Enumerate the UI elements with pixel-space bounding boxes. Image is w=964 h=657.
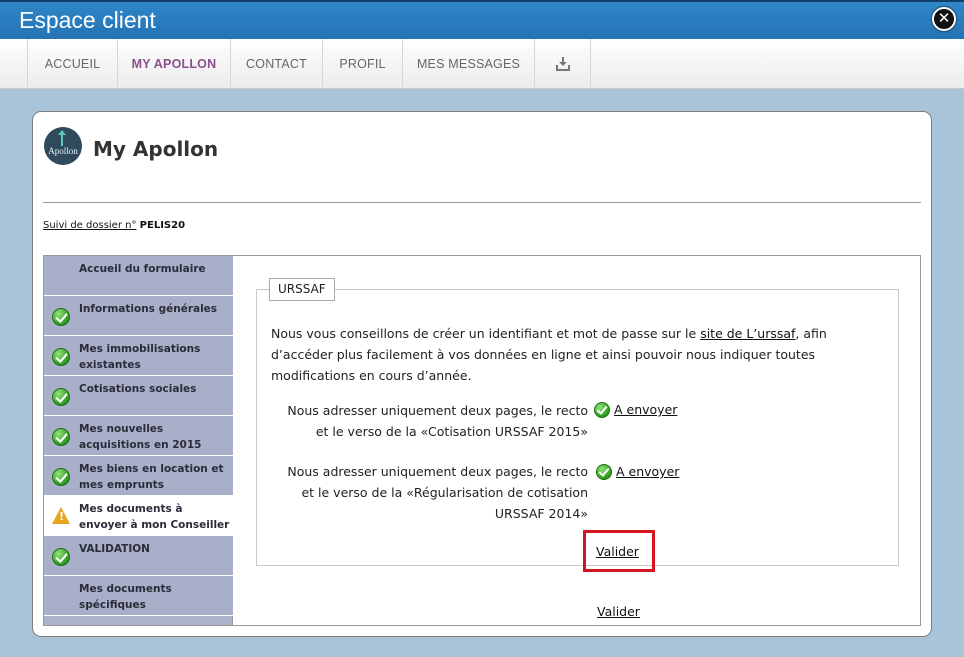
sidebar-item-label: Mes biens en location et mes emprunts <box>79 463 224 491</box>
send-link-regularisation-2014[interactable]: A envoyer <box>616 464 679 479</box>
sidebar-item-label: Accueil du formulaire <box>79 263 206 275</box>
dossier-info: Suivi de dossier n° PELIS20 <box>43 220 185 231</box>
highlight-box <box>583 530 655 572</box>
dossier-label: Suivi de dossier n° <box>43 220 137 231</box>
nav-item-contact[interactable]: CONTACT <box>231 39 323 89</box>
urssaf-site-link[interactable]: site de L’urssaf <box>700 326 795 341</box>
sidebar-item-cotisations-sociales[interactable]: Cotisations sociales <box>44 376 233 416</box>
sidebar-item-validation[interactable]: VALIDATION <box>44 536 233 576</box>
sidebar-item-immobilisations[interactable]: Mes immobilisations existantes <box>44 336 233 376</box>
sidebar-item-label: Mes documents spécifiques <box>79 583 172 611</box>
request-text: Nous adresser uniquement deux pages, le … <box>274 461 588 524</box>
sidebar-item-documents-specifiques[interactable]: Mes documents spécifiques <box>44 576 233 616</box>
form-steps-sidebar: Accueil du formulaire Informations génér… <box>44 256 233 625</box>
fieldset-legend: URSSAF <box>269 278 335 301</box>
nav-item-accueil[interactable]: ACCUEIL <box>28 39 118 89</box>
send-link-cotisation-2015[interactable]: A envoyer <box>614 402 677 417</box>
sidebar-item-label: Cotisations sociales <box>79 383 197 395</box>
sidebar-item-label: Mes documents à envoyer à mon Conseiller <box>79 503 230 531</box>
logo-text: Apollon <box>48 146 78 156</box>
sidebar-item-label: Mes immobilisations existantes <box>79 343 201 371</box>
check-icon <box>594 402 610 418</box>
validate-link-outer[interactable]: Valider <box>597 604 640 619</box>
request-text: Nous adresser uniquement deux pages, le … <box>274 400 588 442</box>
warning-icon <box>52 507 70 524</box>
top-nav: ACCUEIL MY APOLLON CONTACT PROFIL MES ME… <box>0 39 964 89</box>
window-title: Espace client <box>19 7 156 33</box>
check-icon <box>52 428 70 446</box>
request-line: et le verso de la «Régularisation de cot… <box>301 485 588 500</box>
sidebar-item-nouvelles-acquisitions[interactable]: Mes nouvelles acquisitions en 2015 <box>44 416 233 456</box>
sidebar-item-documents-conseiller[interactable]: Mes documents à envoyer à mon Conseiller <box>44 496 233 536</box>
check-icon <box>52 348 70 366</box>
check-icon <box>52 308 70 326</box>
request-line: Nous adresser uniquement deux pages, le … <box>287 464 588 479</box>
request-line: URSSAF 2014» <box>494 506 588 521</box>
apollon-logo: Apollon <box>44 127 82 165</box>
divider <box>43 202 921 203</box>
sidebar-item-label: VALIDATION <box>79 543 150 555</box>
check-icon <box>52 548 70 566</box>
nav-item-download[interactable] <box>535 39 591 89</box>
title-bar: Espace client <box>0 0 964 39</box>
check-icon <box>52 388 70 406</box>
sidebar-item-label: Mes nouvelles acquisitions en 2015 <box>79 423 202 451</box>
nav-item-my-apollon[interactable]: MY APOLLON <box>118 39 231 89</box>
sidebar-item-biens-location[interactable]: Mes biens en location et mes emprunts <box>44 456 233 496</box>
sidebar-item-accueil-formulaire[interactable]: Accueil du formulaire <box>44 256 233 296</box>
form-workarea: Accueil du formulaire Informations génér… <box>43 255 921 626</box>
sidebar-item-label: Informations générales <box>79 303 218 315</box>
download-icon <box>555 57 570 71</box>
check-icon <box>596 464 612 480</box>
page-title: My Apollon <box>93 137 219 161</box>
request-line: Nous adresser uniquement deux pages, le … <box>287 403 588 418</box>
dossier-number: PELIS20 <box>139 220 186 231</box>
intro-text-part: Nous vous conseillons de créer un identi… <box>271 326 701 341</box>
intro-text: Nous vous conseillons de créer un identi… <box>271 323 861 386</box>
request-line: et le verso de la «Cotisation URSSAF 201… <box>315 424 588 439</box>
nav-item-profil[interactable]: PROFIL <box>323 39 403 89</box>
sidebar-item-informations-generales[interactable]: Informations générales <box>44 296 233 336</box>
check-icon <box>52 468 70 486</box>
nav-item-mes-messages[interactable]: MES MESSAGES <box>403 39 535 89</box>
close-icon[interactable]: ✕ <box>932 7 956 31</box>
main-panel: Apollon My Apollon Suivi de dossier n° P… <box>32 111 932 637</box>
